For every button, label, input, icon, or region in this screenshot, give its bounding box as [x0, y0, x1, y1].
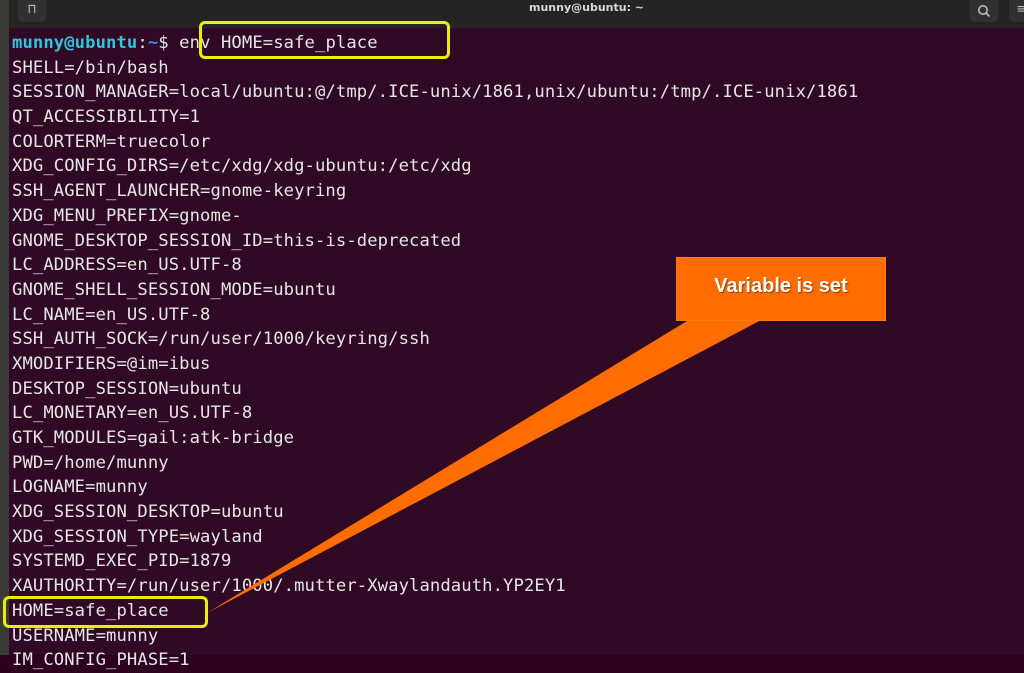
home-variable-highlight-box — [3, 596, 208, 628]
annotation-label: Variable is set — [714, 275, 848, 297]
callout-tail — [207, 318, 765, 613]
annotation-callout: Variable is set — [677, 258, 885, 320]
command-highlight-box — [199, 21, 450, 59]
callout-pointer — [207, 318, 765, 613]
